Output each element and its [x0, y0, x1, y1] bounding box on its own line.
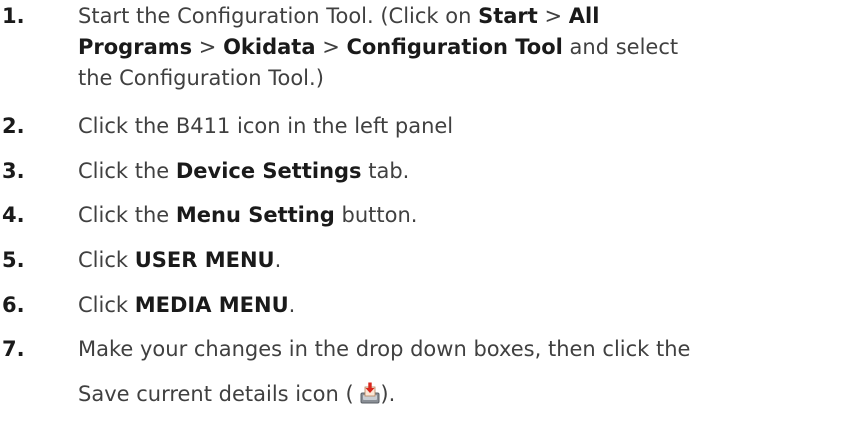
menu-setting-button-label: Menu Setting [175, 203, 335, 227]
text-segment: Click [78, 293, 135, 317]
step-3: 3. Click the Device Settings tab. [0, 156, 866, 187]
text-segment: . [288, 293, 296, 317]
text-segment: button. [334, 203, 418, 227]
menu-path-start: Start [478, 4, 538, 28]
path-separator: > [315, 35, 347, 59]
step-1: 1. Start the Configuration Tool. (Click … [0, 1, 866, 94]
text-segment: Click [78, 248, 135, 272]
step-number: 3. [2, 159, 25, 183]
step-6: 6. Click MEDIA MENU. [0, 290, 866, 321]
text-segment: Click the [78, 203, 176, 227]
step-7-line-1: Make your changes in the drop down boxes… [78, 337, 691, 361]
step-5: 5. Click USER MENU. [0, 245, 866, 276]
step-text: Click the B411 icon in the left panel [78, 114, 454, 138]
step-7: 7. Make your changes in the drop down bo… [0, 334, 866, 412]
user-menu-label: USER MENU [134, 248, 275, 272]
text-segment: ). [380, 382, 396, 406]
step-text: Click the Menu Setting button. [78, 200, 866, 231]
step-2: 2. Click the B411 icon in the left panel [0, 111, 866, 142]
step-1-line-2: Programs > Okidata > Configuration Tool … [78, 32, 866, 63]
step-text: Click MEDIA MENU. [78, 290, 866, 321]
menu-path-programs: Programs [78, 35, 193, 59]
step-1-line-3: the Configuration Tool.) [78, 66, 324, 90]
media-menu-label: MEDIA MENU [134, 293, 289, 317]
menu-path-all: All [568, 4, 600, 28]
save-current-details-icon [360, 380, 380, 404]
step-number: 6. [2, 293, 25, 317]
text-segment: and select [562, 35, 679, 59]
step-number: 5. [2, 248, 25, 272]
menu-path-okidata: Okidata [223, 35, 316, 59]
menu-path-configuration-tool: Configuration Tool [346, 35, 563, 59]
device-settings-tab-label: Device Settings [175, 159, 362, 183]
text-segment: . [274, 248, 282, 272]
step-text: Make your changes in the drop down boxes… [78, 334, 866, 412]
text-segment: Save current details icon ( [78, 382, 361, 406]
step-text: Click USER MENU. [78, 245, 866, 276]
text-segment: tab. [361, 159, 410, 183]
text-segment: Start the Configuration Tool. (Click on [78, 4, 479, 28]
text-segment: Click the [78, 159, 176, 183]
step-number: 4. [2, 203, 25, 227]
step-number: 7. [2, 337, 25, 361]
step-number: 2. [2, 114, 25, 138]
path-separator: > [537, 4, 569, 28]
step-1-line-1: Start the Configuration Tool. (Click on … [78, 1, 866, 32]
step-text: Click the Device Settings tab. [78, 156, 866, 187]
step-number: 1. [2, 4, 25, 28]
step-4: 4. Click the Menu Setting button. [0, 200, 866, 231]
step-text: Start the Configuration Tool. (Click on … [78, 1, 866, 94]
step-7-line-2: Save current details icon ( ). [78, 377, 866, 412]
path-separator: > [192, 35, 224, 59]
